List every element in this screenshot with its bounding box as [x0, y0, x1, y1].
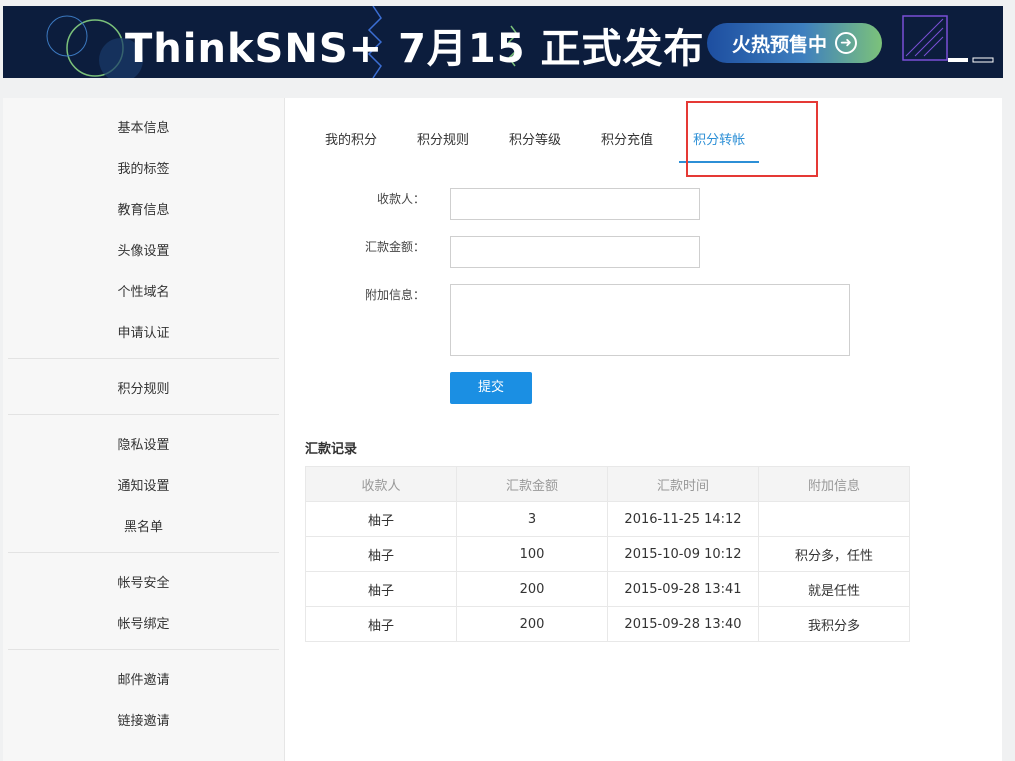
header-amount: 汇款金额 — [456, 466, 608, 502]
amount-label: 汇款金额： — [364, 240, 425, 254]
cell-amount: 3 — [456, 501, 608, 537]
banner-title: ThinkSNS+ 7月15 正式发布 — [125, 26, 705, 72]
cell-time: 2015-09-28 13:40 — [607, 606, 759, 642]
table-row: 柚子 3 2016-11-25 14:12 — [305, 501, 910, 537]
sidebar-group-profile: 基本信息 我的标签 教育信息 头像设置 个性域名 申请认证 — [8, 98, 279, 359]
score-tabs: 我的积分 积分规则 积分等级 积分充值 积分转帐 — [325, 128, 799, 163]
tab-score-rules[interactable]: 积分规则 — [417, 128, 469, 161]
sidebar-item-basic-info[interactable]: 基本信息 — [8, 108, 279, 149]
settings-sidebar: 基本信息 我的标签 教育信息 头像设置 个性域名 申请认证 积分规则 隐私设置 … — [3, 98, 285, 761]
sidebar-item-account-binding[interactable]: 帐号绑定 — [8, 604, 279, 645]
tab-score-recharge[interactable]: 积分充值 — [601, 128, 653, 161]
sidebar-item-link-invite[interactable]: 链接邀请 — [8, 701, 279, 742]
cell-recipient: 柚子 — [305, 571, 457, 607]
cell-amount: 100 — [456, 536, 608, 572]
table-row: 柚子 200 2015-09-28 13:41 就是任性 — [305, 571, 910, 607]
sidebar-group-score: 积分规则 — [8, 359, 279, 415]
promo-banner[interactable]: ThinkSNS+ 7月15 正式发布 火热预售中 ➜ — [3, 6, 1003, 78]
settings-panel: 基本信息 我的标签 教育信息 头像设置 个性域名 申请认证 积分规则 隐私设置 … — [3, 98, 1002, 761]
recipient-input[interactable] — [450, 188, 700, 220]
transfer-content: 我的积分 积分规则 积分等级 积分充值 积分转帐 收款人： 汇款金额： 附加信息… — [285, 98, 1002, 761]
cell-note: 我积分多 — [758, 606, 910, 642]
note-label: 附加信息： — [364, 288, 425, 302]
table-header-row: 收款人 汇款金额 汇款时间 附加信息 — [305, 466, 910, 502]
header-recipient: 收款人 — [305, 466, 457, 502]
sidebar-item-privacy[interactable]: 隐私设置 — [8, 425, 279, 466]
header-note: 附加信息 — [758, 466, 910, 502]
sidebar-item-account-security[interactable]: 帐号安全 — [8, 563, 279, 604]
submit-button[interactable]: 提交 — [450, 372, 532, 404]
sidebar-item-domain[interactable]: 个性域名 — [8, 272, 279, 313]
cell-time: 2015-10-09 10:12 — [607, 536, 759, 572]
cell-note — [758, 501, 910, 537]
sidebar-group-account: 帐号安全 帐号绑定 — [8, 553, 279, 650]
transfer-records-table: 收款人 汇款金额 汇款时间 附加信息 柚子 3 2016-11-25 14:12… — [305, 466, 910, 642]
header-time: 汇款时间 — [607, 466, 759, 502]
cell-recipient: 柚子 — [305, 501, 457, 537]
tab-my-score[interactable]: 我的积分 — [325, 128, 377, 161]
amount-input[interactable] — [450, 236, 700, 268]
sidebar-item-tags[interactable]: 我的标签 — [8, 149, 279, 190]
cell-amount: 200 — [456, 606, 608, 642]
cell-time: 2015-09-28 13:41 — [607, 571, 759, 607]
sidebar-item-email-invite[interactable]: 邮件邀请 — [8, 660, 279, 701]
note-textarea[interactable] — [450, 284, 850, 356]
sidebar-group-privacy: 隐私设置 通知设置 黑名单 — [8, 415, 279, 553]
cell-recipient: 柚子 — [305, 606, 457, 642]
tab-score-levels[interactable]: 积分等级 — [509, 128, 561, 161]
recipient-label: 收款人： — [376, 192, 425, 206]
presale-button[interactable]: 火热预售中 ➜ — [707, 23, 882, 63]
presale-label: 火热预售中 — [731, 33, 827, 56]
sidebar-item-score-rules[interactable]: 积分规则 — [8, 369, 279, 410]
sidebar-group-invite: 邮件邀请 链接邀请 — [8, 650, 279, 746]
cell-time: 2016-11-25 14:12 — [607, 501, 759, 537]
sidebar-item-blacklist[interactable]: 黑名单 — [8, 507, 279, 548]
sidebar-item-verify[interactable]: 申请认证 — [8, 313, 279, 354]
sidebar-item-notifications[interactable]: 通知设置 — [8, 466, 279, 507]
table-row: 柚子 100 2015-10-09 10:12 积分多，任性 — [305, 536, 910, 572]
tab-score-transfer[interactable]: 积分转帐 — [679, 128, 760, 163]
cell-amount: 200 — [456, 571, 608, 607]
cell-note: 积分多，任性 — [758, 536, 910, 572]
cell-note: 就是任性 — [758, 571, 910, 607]
sidebar-item-avatar[interactable]: 头像设置 — [8, 231, 279, 272]
records-title: 汇款记录 — [305, 442, 358, 457]
cell-recipient: 柚子 — [305, 536, 457, 572]
table-row: 柚子 200 2015-09-28 13:40 我积分多 — [305, 606, 910, 642]
sidebar-item-education[interactable]: 教育信息 — [8, 190, 279, 231]
arrow-right-icon: ➜ — [835, 32, 857, 54]
